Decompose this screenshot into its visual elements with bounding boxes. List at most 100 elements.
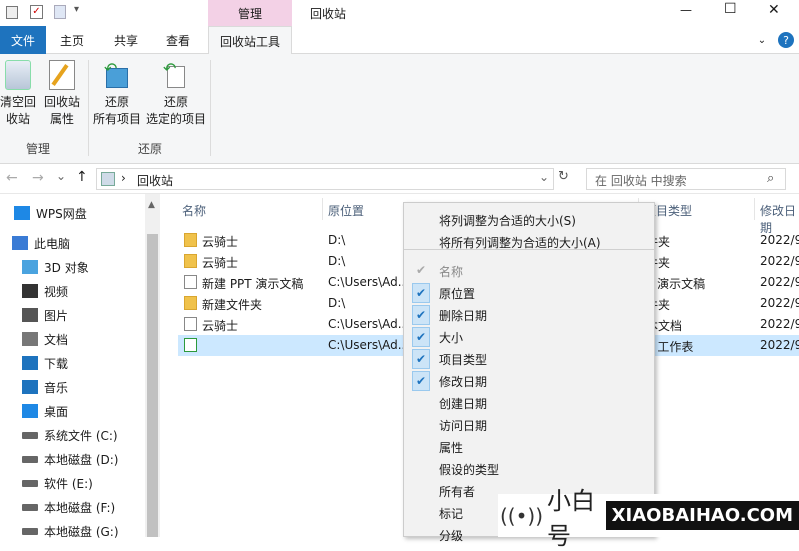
menu-item[interactable]: 假设的类型	[404, 458, 654, 480]
ribbon-tabs: 文件 主页 共享 查看 回收站工具 ⌄ ?	[0, 26, 799, 55]
close-button[interactable]: ✕	[768, 2, 780, 18]
drive-icon	[22, 431, 38, 439]
folder-icon	[184, 296, 197, 310]
sidebar-item[interactable]: 3D 对象	[22, 256, 89, 278]
cell-modified: 2022/9	[760, 338, 799, 352]
sidebar-item-label: 视频	[44, 284, 69, 299]
download-icon	[22, 356, 38, 370]
recycle-bin-properties-button[interactable]: 回收站 属性	[40, 60, 84, 128]
recycle-bin-icon	[101, 172, 115, 186]
menu-item-label: 属性	[439, 441, 464, 455]
sidebar-item[interactable]: 本地磁盘 (G:)	[22, 520, 119, 542]
column-header-name[interactable]: 名称	[182, 202, 206, 219]
menu-item[interactable]: ✔ 修改日期	[404, 370, 654, 392]
sidebar-item[interactable]: 本地磁盘 (D:)	[22, 448, 118, 470]
watermark-domain: XIAOBAIHAO.COM	[605, 501, 799, 530]
sidebar-item[interactable]: 图片	[22, 304, 68, 326]
back-button[interactable]: ←	[6, 170, 18, 186]
search-box[interactable]: 在 回收站 中搜索 ⌕	[586, 168, 786, 190]
maximize-button[interactable]: ☐	[724, 1, 737, 17]
sidebar-item-label: 本地磁盘 (F:)	[44, 500, 116, 515]
cell-name: 新建 PPT 演示文稿	[202, 277, 304, 291]
sidebar-item-label: 桌面	[44, 404, 69, 419]
menu-item-label: 删除日期	[439, 309, 488, 323]
minimize-button[interactable]: —	[680, 3, 692, 17]
menu-item[interactable]: 将所有列调整为合适的大小(A)	[404, 231, 654, 253]
menu-item-label: 假设的类型	[439, 463, 500, 477]
up-button[interactable]: ↑	[76, 169, 88, 185]
menu-item[interactable]: 属性	[404, 436, 654, 458]
sidebar-item[interactable]: 音乐	[22, 376, 68, 398]
cell-orig: D:\	[328, 254, 346, 268]
navigation-bar: ← → ⌄ ↑ › 回收站 ⌄ ↻ 在 回收站 中搜索 ⌕	[0, 164, 799, 194]
tab-share[interactable]: 共享	[104, 26, 148, 54]
ribbon-collapse-icon[interactable]: ⌄	[754, 26, 770, 54]
cell-name: 云骑士	[202, 235, 239, 249]
sidebar-item[interactable]: 系统文件 (C:)	[22, 424, 118, 446]
menu-item-label: 分级	[439, 529, 464, 543]
broadcast-icon: ((•))	[500, 503, 544, 528]
quick-access-icon[interactable]	[6, 6, 18, 19]
sidebar-scrollbar[interactable]: ▲	[145, 194, 160, 537]
sidebar-item[interactable]: 视频	[22, 280, 68, 302]
checkmark-icon: ✔	[415, 263, 427, 277]
group-label-restore: 还原	[138, 142, 163, 156]
sidebar-item[interactable]: 文档	[22, 328, 68, 350]
document-icon	[22, 332, 38, 346]
tab-home[interactable]: 主页	[50, 26, 94, 54]
menu-item[interactable]: 访问日期	[404, 414, 654, 436]
check-icon[interactable]: ✓	[30, 5, 43, 19]
drive-icon	[22, 479, 38, 487]
sidebar-item[interactable]: 本地磁盘 (F:)	[22, 496, 115, 518]
menu-item[interactable]: ✔ 原位置	[404, 282, 654, 304]
menu-item[interactable]: ✔ 名称	[404, 260, 654, 282]
menu-item-label: 将列调整为合适的大小(S)	[439, 214, 576, 228]
menu-item-label: 将所有列调整为合适的大小(A)	[439, 236, 601, 250]
menu-item[interactable]: 将列调整为合适的大小(S)	[404, 209, 654, 231]
drive-icon	[22, 527, 38, 535]
restore-all-icon: ↶	[104, 60, 130, 90]
tab-recycle-tools[interactable]: 回收站工具	[208, 26, 292, 55]
tab-file[interactable]: 文件	[0, 26, 46, 54]
tab-view[interactable]: 查看	[156, 26, 200, 54]
ribbon-panel: 清空回 收站 回收站 属性 ↶ 还原 所有项目 ↶ 还原 选定的项目 管理 还原	[0, 54, 799, 164]
sidebar-item[interactable]: 下载	[22, 352, 68, 374]
recent-dropdown[interactable]: ⌄	[56, 169, 66, 183]
help-button[interactable]: ?	[778, 32, 794, 48]
refresh-button[interactable]: ↻	[558, 169, 576, 184]
restore-all-button[interactable]: ↶ 还原 所有项目	[92, 60, 142, 128]
new-folder-icon[interactable]	[54, 5, 66, 19]
breadcrumb-separator: ›	[121, 171, 126, 185]
properties-icon	[49, 60, 75, 90]
recycle-bin-icon	[5, 60, 31, 90]
menu-item[interactable]: ✔ 大小	[404, 326, 654, 348]
menu-item[interactable]: ✔ 删除日期	[404, 304, 654, 326]
sidebar-item[interactable]: 软件 (E:)	[22, 472, 93, 494]
address-bar[interactable]: › 回收站 ⌄	[96, 168, 554, 190]
sidebar-item-label: 软件 (E:)	[44, 476, 93, 491]
restore-selected-button[interactable]: ↶ 还原 选定的项目	[146, 60, 206, 128]
menu-item[interactable]: ✔ 项目类型	[404, 348, 654, 370]
forward-button[interactable]: →	[32, 170, 44, 186]
sidebar-item-label: 下载	[44, 356, 69, 371]
sidebar-item-label: 此电脑	[34, 236, 71, 251]
search-input[interactable]: 在 回收站 中搜索	[595, 172, 687, 189]
sidebar-item[interactable]: 此电脑	[12, 232, 70, 254]
cell-modified: 2022/9	[760, 254, 799, 268]
sidebar-item-label: WPS网盘	[36, 206, 87, 221]
breadcrumb-recycle-bin[interactable]: 回收站	[137, 172, 173, 189]
menu-item-label: 标记	[439, 507, 464, 521]
column-header-original-location[interactable]: 原位置	[328, 202, 364, 219]
address-dropdown-icon[interactable]: ⌄	[539, 170, 549, 184]
group-label-manage: 管理	[26, 142, 51, 156]
sidebar-item-label: 本地磁盘 (D:)	[44, 452, 119, 467]
customize-qa-icon[interactable]: ▾	[74, 4, 79, 15]
sidebar-item[interactable]: WPS网盘	[14, 202, 87, 224]
cell-name: 新建文件夹	[202, 298, 263, 312]
restore-selected-icon: ↶	[163, 60, 189, 90]
cell-orig: C:\Users\Ad..	[328, 275, 406, 289]
menu-item[interactable]: 创建日期	[404, 392, 654, 414]
sidebar-item[interactable]: 桌面	[22, 400, 68, 422]
desktop-icon	[22, 404, 38, 418]
empty-recycle-bin-button[interactable]: 清空回 收站	[0, 60, 36, 128]
